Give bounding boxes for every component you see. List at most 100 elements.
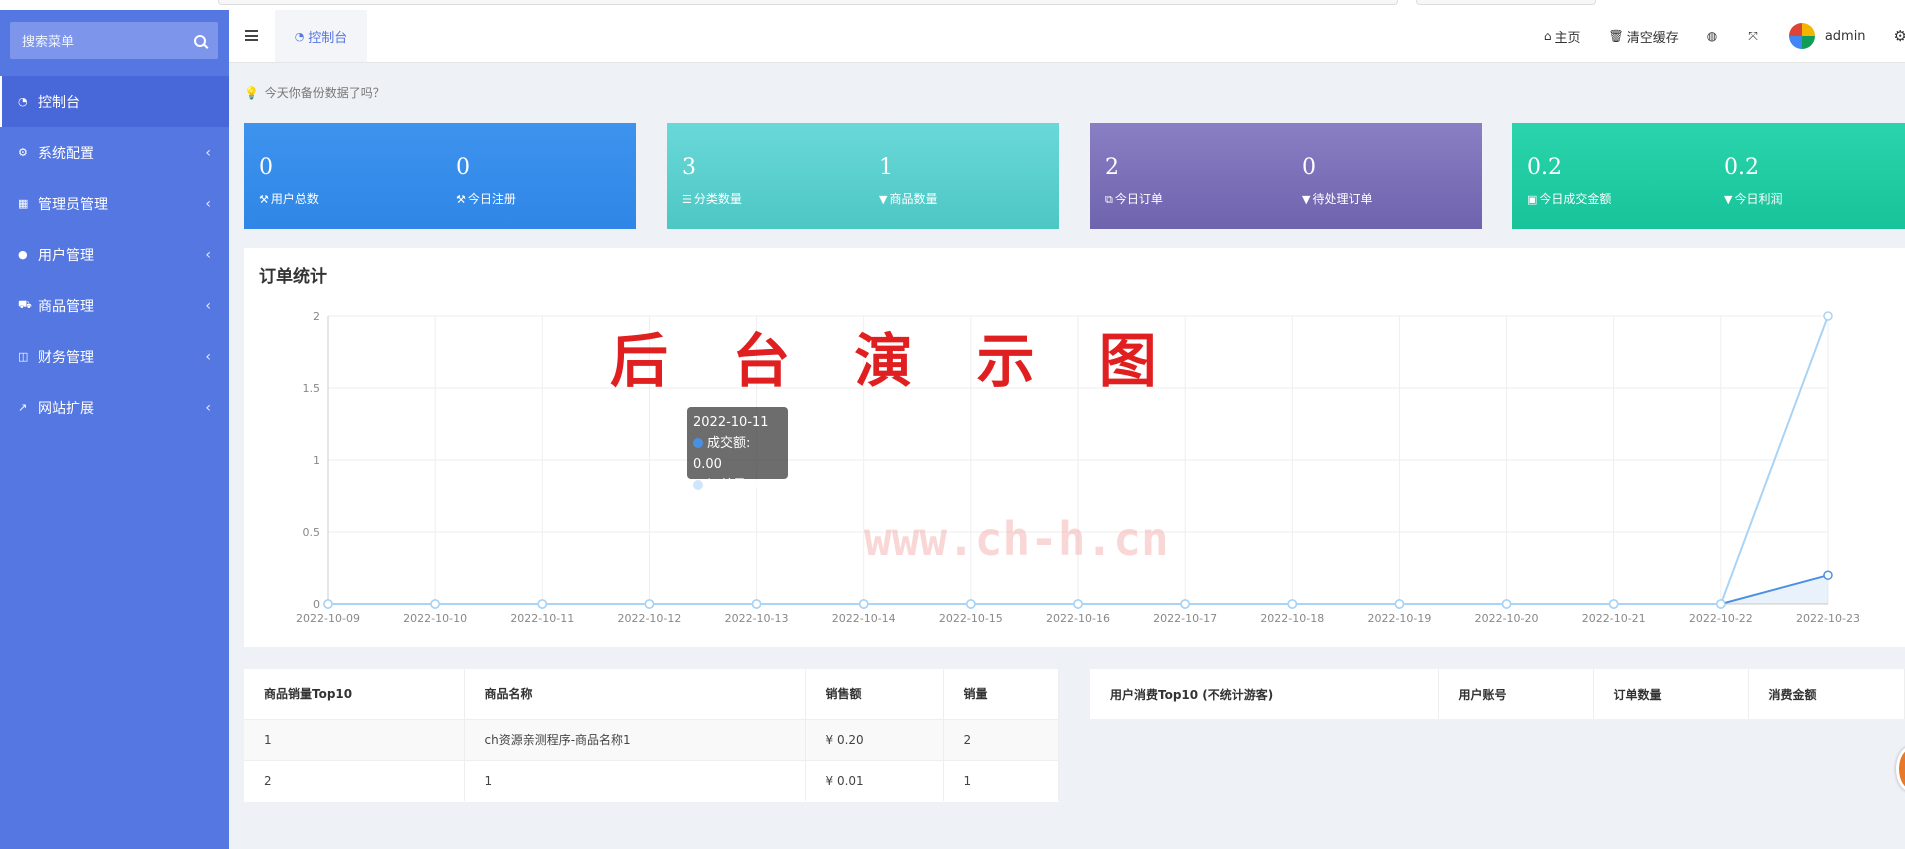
table-cell: 1 [943,759,1059,801]
sidebar-item-dashboard[interactable]: ◔ 控制台 [0,76,229,127]
stat-pending-orders: 0 ▼ 待处理订单 [1302,155,1372,207]
address-bar[interactable] [218,0,1398,5]
sidebar-item-label: 财务管理 [38,349,94,366]
y-tick-label: 0 [313,598,320,611]
browser-strip [0,0,1905,10]
search-icon[interactable] [194,34,206,47]
backup-tip: 💡 今天你备份数据了吗？ [244,84,385,101]
stat-today-registered: 0 ⚒ 今日注册 [456,155,516,207]
x-tick-label: 2022-10-16 [1046,612,1110,625]
home-icon: ⌂ [1543,29,1552,43]
filter-icon: ▼ [879,193,888,206]
column-header: 商品名称 [464,669,806,719]
clear-cache-button[interactable]: 🗑 清空缓存 [1608,27,1678,46]
sidebar: 搜索菜单 ◔ 控制台 ⚙ 系统配置 ‹ ▦ 管理员管理 ‹ ● 用户管理 ‹ ⛟… [0,10,229,849]
sidebar-item-user-management[interactable]: ● 用户管理 ‹ [0,229,229,280]
dashboard-icon: ◔ [18,95,28,108]
stat-today-orders: 2 ⧉ 今日订单 [1105,155,1163,207]
y-tick-label: 2 [313,310,320,323]
chevron-left-icon: ‹ [205,399,211,416]
sidebar-item-label: 系统配置 [38,145,94,162]
data-point [1823,570,1833,580]
stat-label: ☰ 分类数量 [682,192,742,206]
tooltip-line-orders: 订单量: 0 [693,475,782,496]
theme-icon: ◍ [1706,29,1718,43]
stat-card-orders: 2 ⧉ 今日订单 0 ▼ 待处理订单 [1090,123,1482,229]
x-tick-label: 2022-10-12 [617,612,681,625]
menu-search-input[interactable]: 搜索菜单 [10,22,218,59]
table-row: 1 ch资源亲测程序-商品名称1 ¥ 0.20 2 [244,718,1059,760]
gear-icon[interactable]: ⚙ [1894,27,1905,45]
stat-value: 0.2 [1527,155,1562,180]
data-point [1501,599,1512,609]
tooltip-date: 2022-10-11 [693,415,769,430]
demo-watermark: 后 台 演 示 图 [610,327,1179,395]
image-icon: ▣ [1527,193,1538,206]
stat-today-revenue: 0.2 ▣ 今日成交金额 [1527,155,1611,207]
x-tick-label: 2022-10-19 [1367,612,1431,625]
x-tick-label: 2022-10-15 [939,612,1003,625]
table-cell: ¥ 0.20 [805,718,944,760]
data-point [751,599,762,609]
stat-label: ▼ 商品数量 [879,192,938,206]
stat-value: 3 [682,155,696,180]
stat-value: 0 [1302,155,1316,180]
stat-label: ▼ 待处理订单 [1302,192,1373,206]
stat-value: 0.2 [1724,155,1759,180]
cart-icon: ⛟ [18,298,32,311]
sidebar-item-site-extension[interactable]: ↗ 网站扩展 ‹ [0,382,229,433]
user-icon: ● [18,248,28,261]
tab-dashboard[interactable]: ◔ 控制台 [275,10,367,62]
columns-icon: ◫ [18,350,29,363]
menu-search-placeholder: 搜索菜单 [22,35,75,50]
sidebar-item-system-config[interactable]: ⚙ 系统配置 ‹ [0,127,229,178]
chevron-left-icon: ‹ [205,348,211,365]
stat-label: ▣ 今日成交金额 [1527,192,1612,206]
site-watermark: www.ch-h.cn [864,512,1169,566]
magic-icon: ⚒ [259,193,269,206]
y-tick-label: 0.5 [303,526,321,539]
y-tick-label: 1.5 [303,382,321,395]
fullscreen-icon: ⤧ [1748,28,1758,43]
user-name[interactable]: admin [1825,29,1866,44]
backup-tip-text: 今天你备份数据了吗？ [264,86,385,100]
magic-icon: ⚒ [456,193,466,206]
sidebar-item-finance-management[interactable]: ◫ 财务管理 ‹ [0,331,229,382]
sidebar-item-admin-management[interactable]: ▦ 管理员管理 ‹ [0,178,229,229]
column-header: 销量 [943,669,1059,719]
chart-tooltip: 2022-10-11 成交额: 0.00 订单量: 0 [687,407,788,493]
table-cell: ¥ 0.01 [805,759,944,801]
order-chart[interactable]: 00.511.522022-10-09 2022-10-10 2022-10-11 2… [244,248,1905,647]
avatar[interactable] [1788,23,1815,49]
series-dot [693,438,703,448]
chevron-left-icon: ‹ [205,246,211,263]
cogs-icon: ⚙ [18,146,28,159]
sidebar-item-product-management[interactable]: ⛟ 商品管理 ‹ [0,280,229,331]
series-dot [693,480,703,490]
home-link[interactable]: ⌂ 主页 [1544,27,1581,46]
table-cell: ch资源亲测程序-商品名称1 [464,718,806,760]
top-navbar: ◔ 控制台 ⌂ 主页 🗑 清空缓存 ◍ ⤧ admin ⚙ [229,10,1905,63]
menu-toggle-icon[interactable] [245,30,258,41]
top-products-table: 商品销量Top10 商品名称 销售额 销量 1 ch资源亲测程序-商品名称1 ¥… [244,669,1059,802]
fullscreen-button[interactable]: ⤧ [1748,29,1761,44]
table-cell: 2 [244,759,465,801]
table-cell: 2 [943,718,1059,760]
stat-label: ▼ 今日利润 [1724,192,1783,206]
theme-button[interactable]: ◍ [1707,29,1720,43]
floating-widget[interactable] [1896,746,1905,792]
chevron-left-icon: ‹ [205,297,211,314]
filter-icon: ▼ [1302,193,1311,206]
data-point [1287,599,1298,609]
column-header: 商品销量Top10 [244,669,465,719]
data-point [1394,599,1405,609]
data-point [644,599,655,609]
x-tick-label: 2022-10-13 [725,612,789,625]
stat-total-users: 0 ⚒ 用户总数 [259,155,319,207]
browser-search-bar[interactable] [1416,0,1596,5]
chevron-left-icon: ‹ [205,144,211,161]
x-tick-label: 2022-10-14 [832,612,896,625]
stat-label: ⚒ 今日注册 [456,192,516,206]
stat-card-products: 3 ☰ 分类数量 1 ▼ 商品数量 [667,123,1059,229]
clear-cache-label: 清空缓存 [1626,30,1679,46]
